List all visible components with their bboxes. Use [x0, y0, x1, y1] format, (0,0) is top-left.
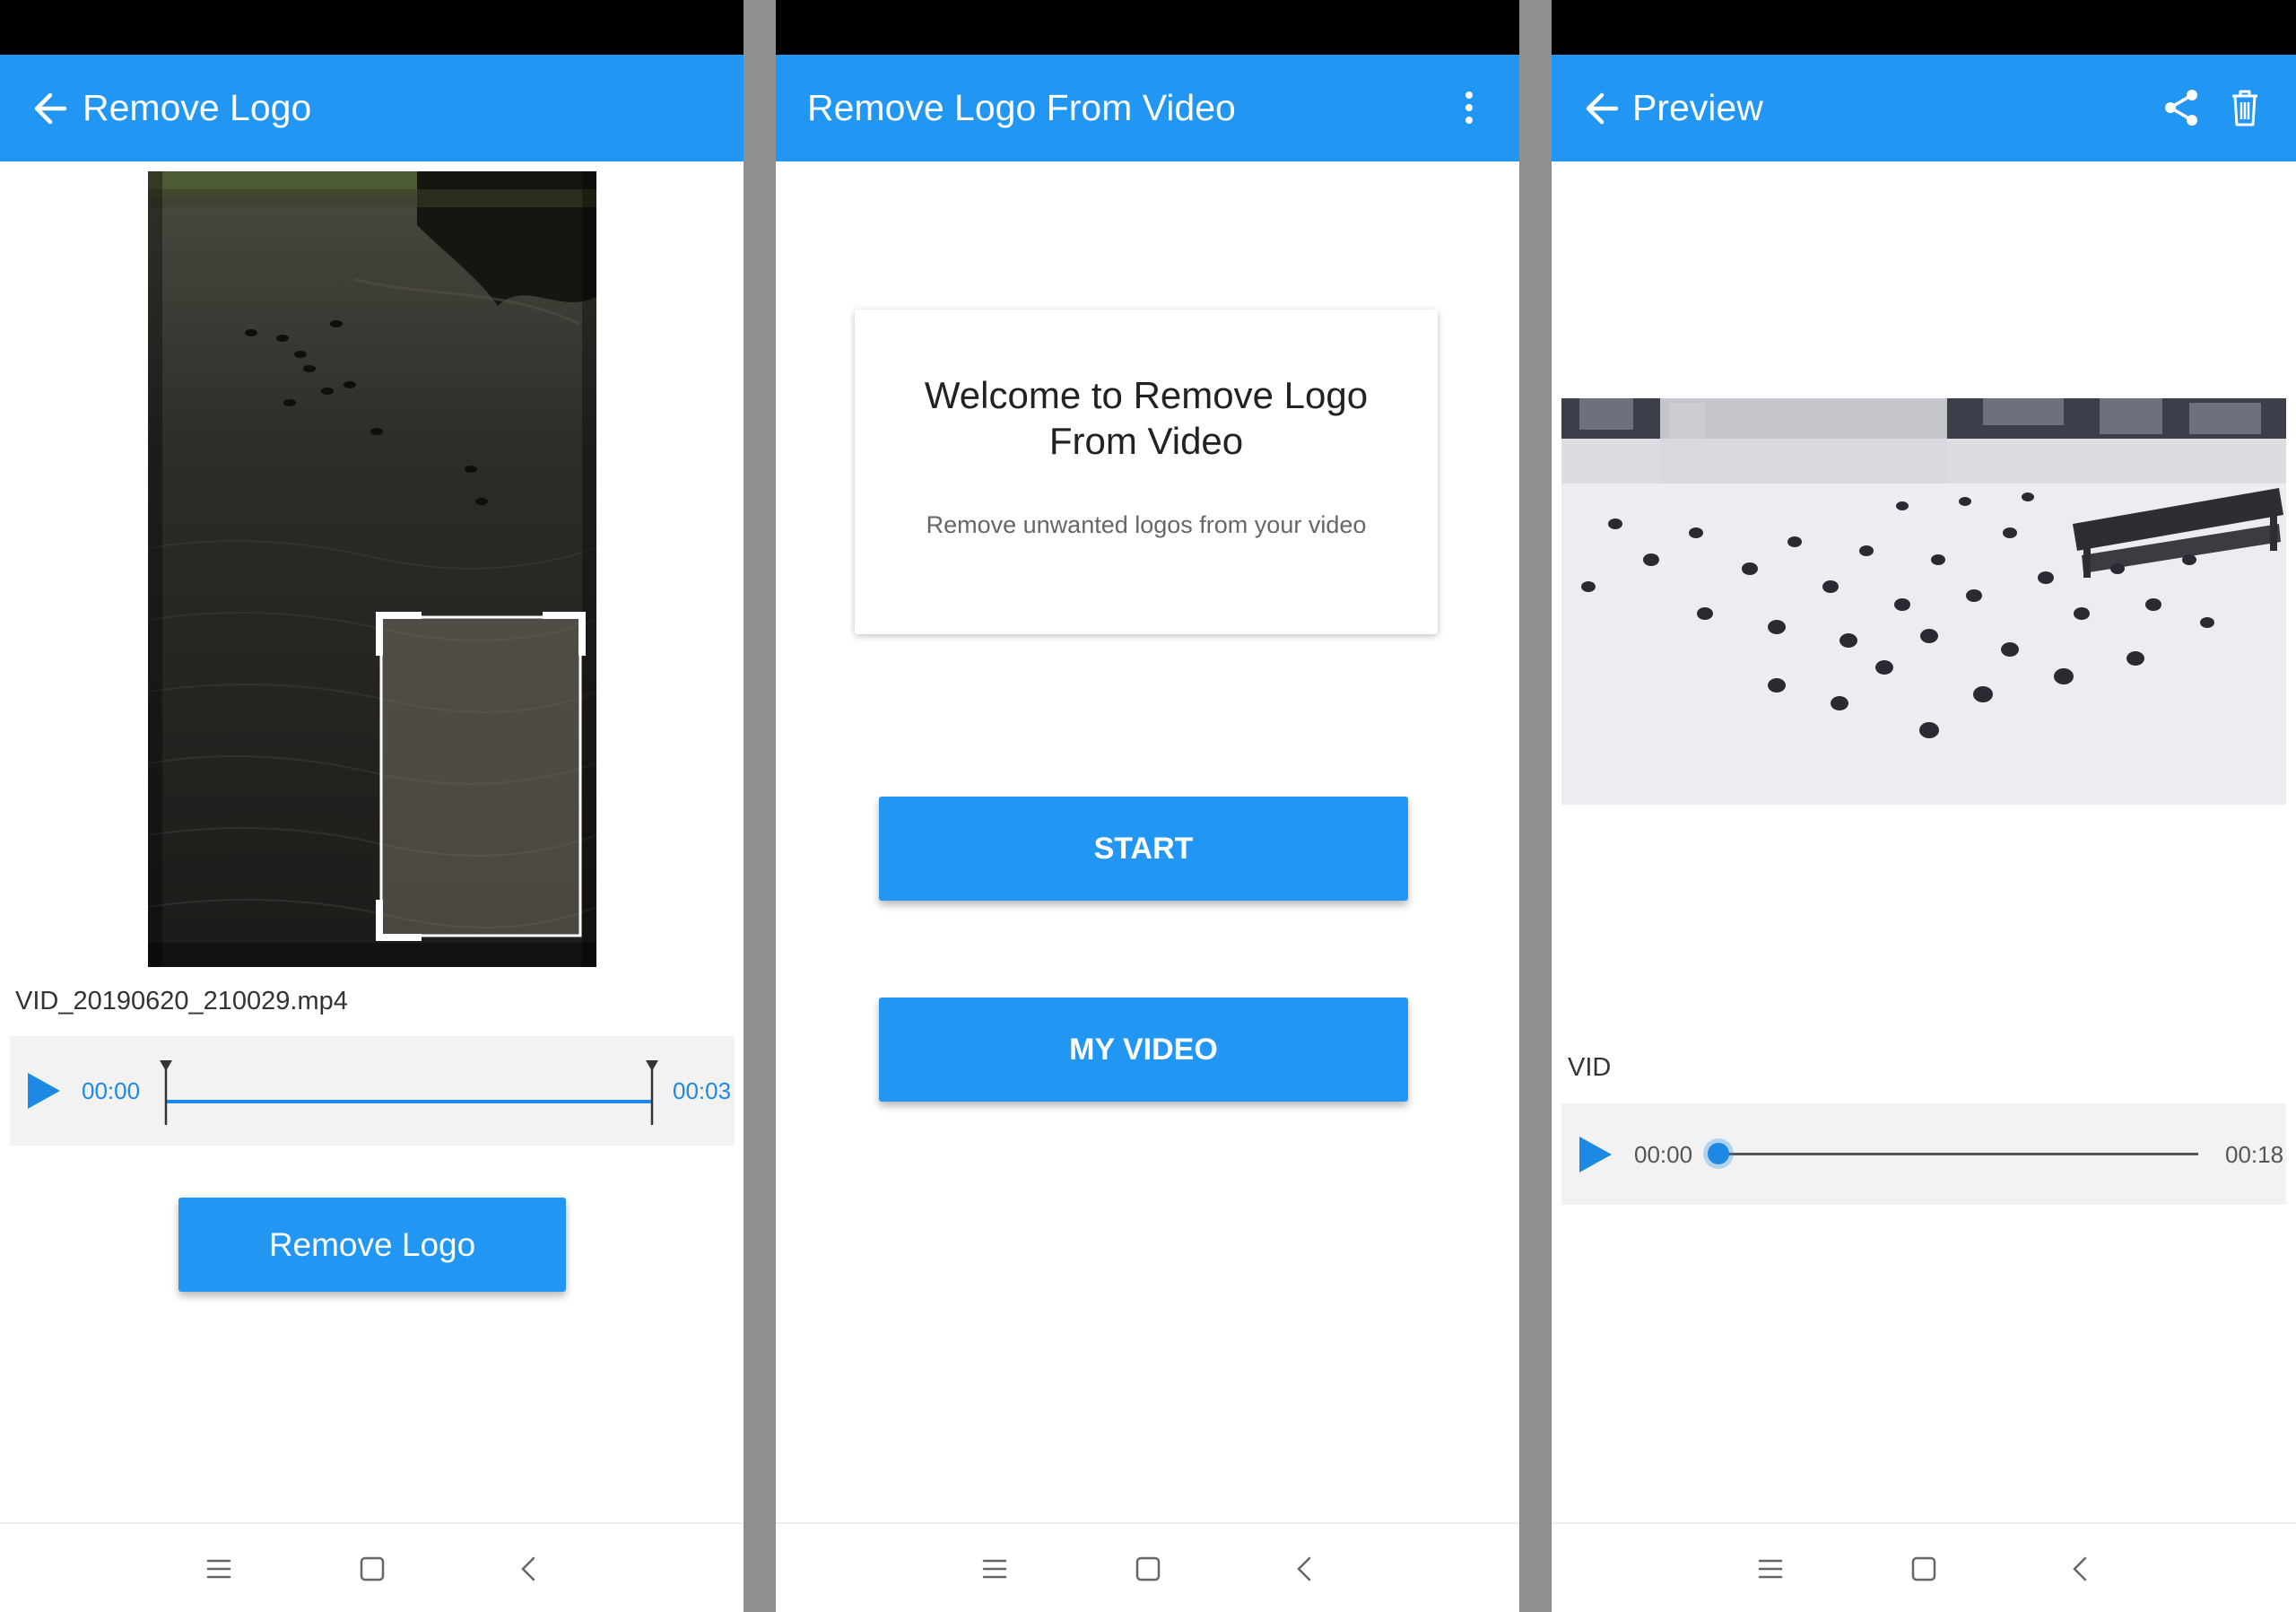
- preview-player: 00:00 00:18: [1561, 1103, 2286, 1205]
- system-nav-bar: [0, 1522, 744, 1612]
- video-preview: [148, 171, 596, 967]
- seek-thumb[interactable]: [1708, 1143, 1729, 1164]
- share-icon[interactable]: [2161, 87, 2202, 128]
- trim-end-time: 00:03: [673, 1077, 732, 1104]
- seek-bar[interactable]: [1718, 1153, 2198, 1155]
- app-bar: Remove Logo: [0, 55, 744, 161]
- screens: Remove Logo VID_20190620_210029.mp4 00:0…: [0, 0, 2296, 1612]
- home-screen: Remove Logo From Video Welcome to Remove…: [776, 0, 1519, 1612]
- arrow-left-icon[interactable]: [1584, 86, 1620, 131]
- menu-icon[interactable]: [201, 1551, 237, 1587]
- back-icon[interactable]: [1287, 1551, 1323, 1587]
- trim-player: 00:00 00:03: [10, 1036, 735, 1146]
- system-nav-bar: [776, 1522, 1519, 1612]
- play-icon[interactable]: [26, 1071, 62, 1111]
- welcome-subtitle: Remove unwanted logos from your video: [926, 511, 1367, 538]
- home-icon[interactable]: [1130, 1551, 1166, 1587]
- home-icon[interactable]: [1906, 1551, 1942, 1587]
- preview-screen: Preview VID 00:00 00:18: [1552, 0, 2296, 1612]
- menu-icon[interactable]: [977, 1551, 1013, 1587]
- more-vertical-icon[interactable]: [1448, 87, 1490, 128]
- preview-video[interactable]: [1561, 398, 2286, 805]
- app-bar: Remove Logo From Video: [776, 55, 1519, 161]
- my-video-button[interactable]: MY VIDEO: [879, 998, 1408, 1102]
- status-bar: [0, 0, 744, 55]
- welcome-title-line2: From Video: [1048, 420, 1244, 462]
- menu-icon[interactable]: [1752, 1551, 1788, 1587]
- trash-icon[interactable]: [2224, 87, 2266, 128]
- status-bar: [1552, 0, 2296, 55]
- duration-time: 00:18: [2225, 1141, 2284, 1168]
- remove-logo-screen: Remove Logo VID_20190620_210029.mp4 00:0…: [0, 0, 744, 1612]
- remove-logo-button[interactable]: Remove Logo: [178, 1198, 566, 1292]
- home-icon[interactable]: [354, 1551, 390, 1587]
- video-frame: [148, 171, 596, 967]
- system-nav-bar: [1552, 1522, 2296, 1612]
- welcome-card: Welcome to Remove Logo From Video Remove…: [855, 309, 1438, 634]
- back-icon[interactable]: [511, 1551, 547, 1587]
- current-time: 00:00: [1634, 1141, 1693, 1168]
- back-icon[interactable]: [2063, 1551, 2099, 1587]
- preview-video-frame: [1561, 398, 2286, 805]
- preview-filename: VID: [1568, 1053, 1612, 1082]
- status-bar: [776, 0, 1519, 55]
- trim-range-bar[interactable]: [156, 1059, 676, 1126]
- app-bar-title: Remove Logo: [83, 87, 312, 128]
- arrow-left-icon[interactable]: [32, 86, 68, 131]
- welcome-title-line1: Welcome to Remove Logo: [924, 374, 1369, 416]
- app-bar: Preview: [1552, 55, 2296, 161]
- app-bar-title: Preview: [1632, 87, 1763, 128]
- video-filename: VID_20190620_210029.mp4: [15, 987, 348, 1015]
- play-icon[interactable]: [1578, 1135, 1613, 1174]
- trim-start-time: 00:00: [82, 1077, 141, 1104]
- logo-selection-box[interactable]: [381, 617, 580, 936]
- start-button[interactable]: START: [879, 797, 1408, 901]
- app-bar-title: Remove Logo From Video: [807, 87, 1236, 128]
